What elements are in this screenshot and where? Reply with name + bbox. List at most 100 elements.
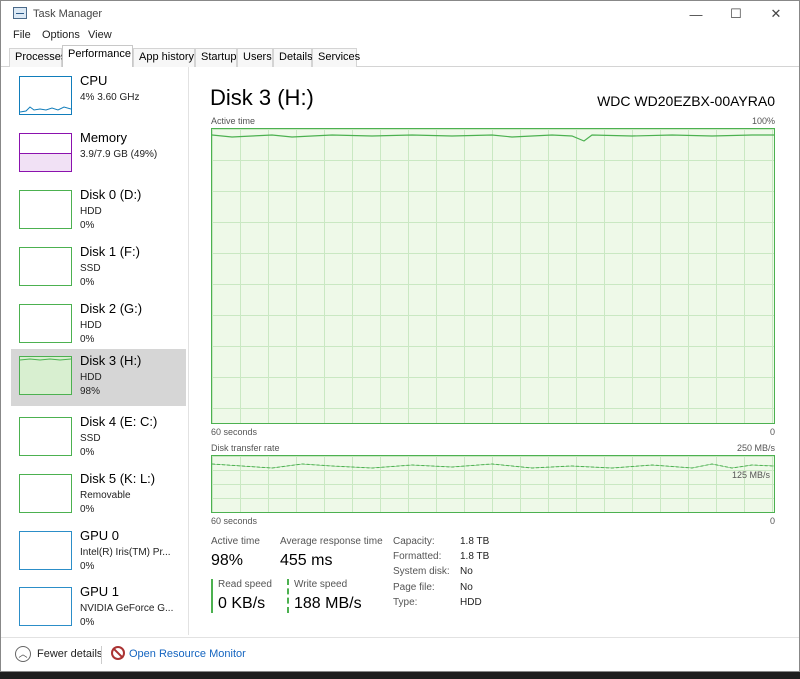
chevron-up-icon[interactable]: ︿ [15,646,31,662]
sidebar-item-name: Disk 1 (F:) [80,244,140,259]
menu-view[interactable]: View [88,29,112,41]
active-time-window-label: 60 seconds [211,427,258,437]
read-speed-value: 0 KB/s [218,595,266,612]
sidebar-item-disk-3[interactable]: Disk 3 (H:) HDD 98% [11,349,186,406]
page-title: Disk 3 (H:) [210,85,314,110]
tab-users[interactable]: Users [237,48,273,67]
disk-model: WDC WD20EZBX-00AYRA0 [597,93,775,109]
sidebar-item-name: Disk 0 (D:) [80,187,142,202]
info-system-disk-label: System disk: [393,566,450,577]
info-capacity-label: Capacity: [393,536,435,547]
transfer-rate-mid-label: 125 MB/s [731,470,770,480]
sidebar-item-detail: HDD 98% [80,372,102,397]
sidebar-item-disk-0[interactable]: Disk 0 (D:) HDD 0% [11,183,186,240]
sidebar-item-name: Disk 4 (E: C:) [80,414,158,429]
avg-response-stat-label: Average response time [280,536,383,547]
info-formatted-value: 1.8 TB [460,551,490,562]
open-resource-monitor-link[interactable]: Open Resource Monitor [129,648,246,660]
sidebar-item-name: CPU [80,73,108,88]
footer: ︿ Fewer details Open Resource Monitor [1,637,799,673]
sidebar-item-gpu-1[interactable]: GPU 1 NVIDIA GeForce G... 0% [11,580,186,637]
info-capacity-value: 1.8 TB [460,536,490,547]
info-formatted-label: Formatted: [393,551,442,562]
sidebar-item-disk-5[interactable]: Disk 5 (K: L:) Removable 0% [11,467,186,524]
sidebar-item-detail: NVIDIA GeForce G... 0% [80,603,174,628]
fewer-details-button[interactable]: Fewer details [37,648,102,660]
write-speed-legend-line [287,579,289,613]
sidebar-item-detail: SSD 0% [80,433,101,458]
memory-thumbnail-graph [19,133,72,172]
active-time-graph [211,128,775,424]
task-manager-icon [13,7,27,19]
info-page-file-value: No [460,582,473,593]
tab-processes[interactable]: Processes [9,48,66,67]
sidebar-item-disk-1[interactable]: Disk 1 (F:) SSD 0% [11,240,186,297]
tab-startup[interactable]: Startup [195,48,237,67]
sidebar-item-memory[interactable]: Memory 3.9/7.9 GB (49%) [11,126,186,183]
memory-usage-fill [20,153,71,171]
sidebar-item-name: Disk 3 (H:) [80,353,142,368]
transfer-rate-line [212,463,774,469]
active-time-stat-label: Active time [211,536,260,547]
window-title: Task Manager [33,8,103,20]
cpu-thumbnail-graph [19,76,72,115]
avg-response-stat-value: 455 ms [280,552,333,569]
minimize-button[interactable]: — [677,1,715,27]
tab-app-history[interactable]: App history [133,48,195,67]
active-time-line [212,134,774,142]
transfer-rate-min-label: 0 [769,516,775,526]
disk-thumbnail-graph [19,247,72,286]
disk-thumbnail-graph [19,190,72,229]
footer-separator [101,646,102,664]
active-time-min-label: 0 [769,427,775,437]
disk-thumbnail-graph [19,474,72,513]
sidebar-item-disk-4[interactable]: Disk 4 (E: C:) SSD 0% [11,410,186,467]
close-button[interactable]: ✕ [757,1,795,27]
transfer-rate-graph-label: Disk transfer rate [211,443,280,453]
active-time-graph-label: Active time [211,116,256,126]
transfer-rate-max-label: 250 MB/s [736,443,775,453]
sidebar-item-name: Memory [80,130,127,145]
tab-services[interactable]: Services [312,48,360,67]
write-speed-value: 188 MB/s [294,595,362,612]
transfer-rate-window-label: 60 seconds [211,516,258,526]
disk-thumbnail-line [19,358,72,361]
read-speed-label: Read speed [218,579,272,590]
disk-thumbnail-graph [19,417,72,456]
gpu-thumbnail-graph [19,531,72,570]
title-bar: Task Manager — ☐ ✕ [1,1,799,27]
sidebar-item-disk-2[interactable]: Disk 2 (G:) HDD 0% [11,297,186,354]
transfer-rate-graph: 125 MB/s [211,455,775,513]
cpu-thumbnail-line [19,106,72,113]
sidebar-item-detail: Removable 0% [80,490,131,515]
sidebar-item-cpu[interactable]: CPU 4% 3.60 GHz [11,69,186,126]
sidebar-item-gpu-0[interactable]: GPU 0 Intel(R) Iris(TM) Pr... 0% [11,524,186,581]
sidebar-item-detail: HDD 0% [80,320,102,345]
info-type-label: Type: [393,597,418,608]
resource-monitor-icon[interactable] [111,646,125,660]
tab-performance[interactable]: Performance [62,45,133,67]
info-page-file-label: Page file: [393,582,435,593]
tab-details[interactable]: Details [273,48,313,67]
active-time-stat-value: 98% [211,552,244,569]
sidebar-item-detail: 3.9/7.9 GB (49%) [80,149,158,160]
disk-thumbnail-graph [19,356,72,395]
sidebar-item-detail: SSD 0% [80,263,101,288]
info-type-value: HDD [460,597,482,608]
disk-detail-panel: Disk 3 (H:) WDC WD20EZBX-00AYRA0 Active … [201,67,791,637]
sidebar-item-name: GPU 0 [80,528,120,543]
write-speed-label: Write speed [294,579,348,590]
sidebar-item-detail: HDD 0% [80,206,102,231]
task-manager-window: Task Manager — ☐ ✕ File Options View Pro… [0,0,800,672]
sidebar-item-name: Disk 5 (K: L:) [80,471,156,486]
menu-file[interactable]: File [13,29,31,41]
menu-options[interactable]: Options [42,29,80,41]
info-system-disk-value: No [460,566,473,577]
sidebar-item-detail: 4% 3.60 GHz [80,92,140,103]
active-time-max-label: 100% [751,116,775,126]
sidebar-item-name: GPU 1 [80,584,120,599]
tab-bar: Processes Performance App history Startu… [9,45,799,67]
sidebar-item-detail: Intel(R) Iris(TM) Pr... 0% [80,547,171,572]
maximize-button[interactable]: ☐ [717,1,755,27]
sidebar-item-name: Disk 2 (G:) [80,301,143,316]
